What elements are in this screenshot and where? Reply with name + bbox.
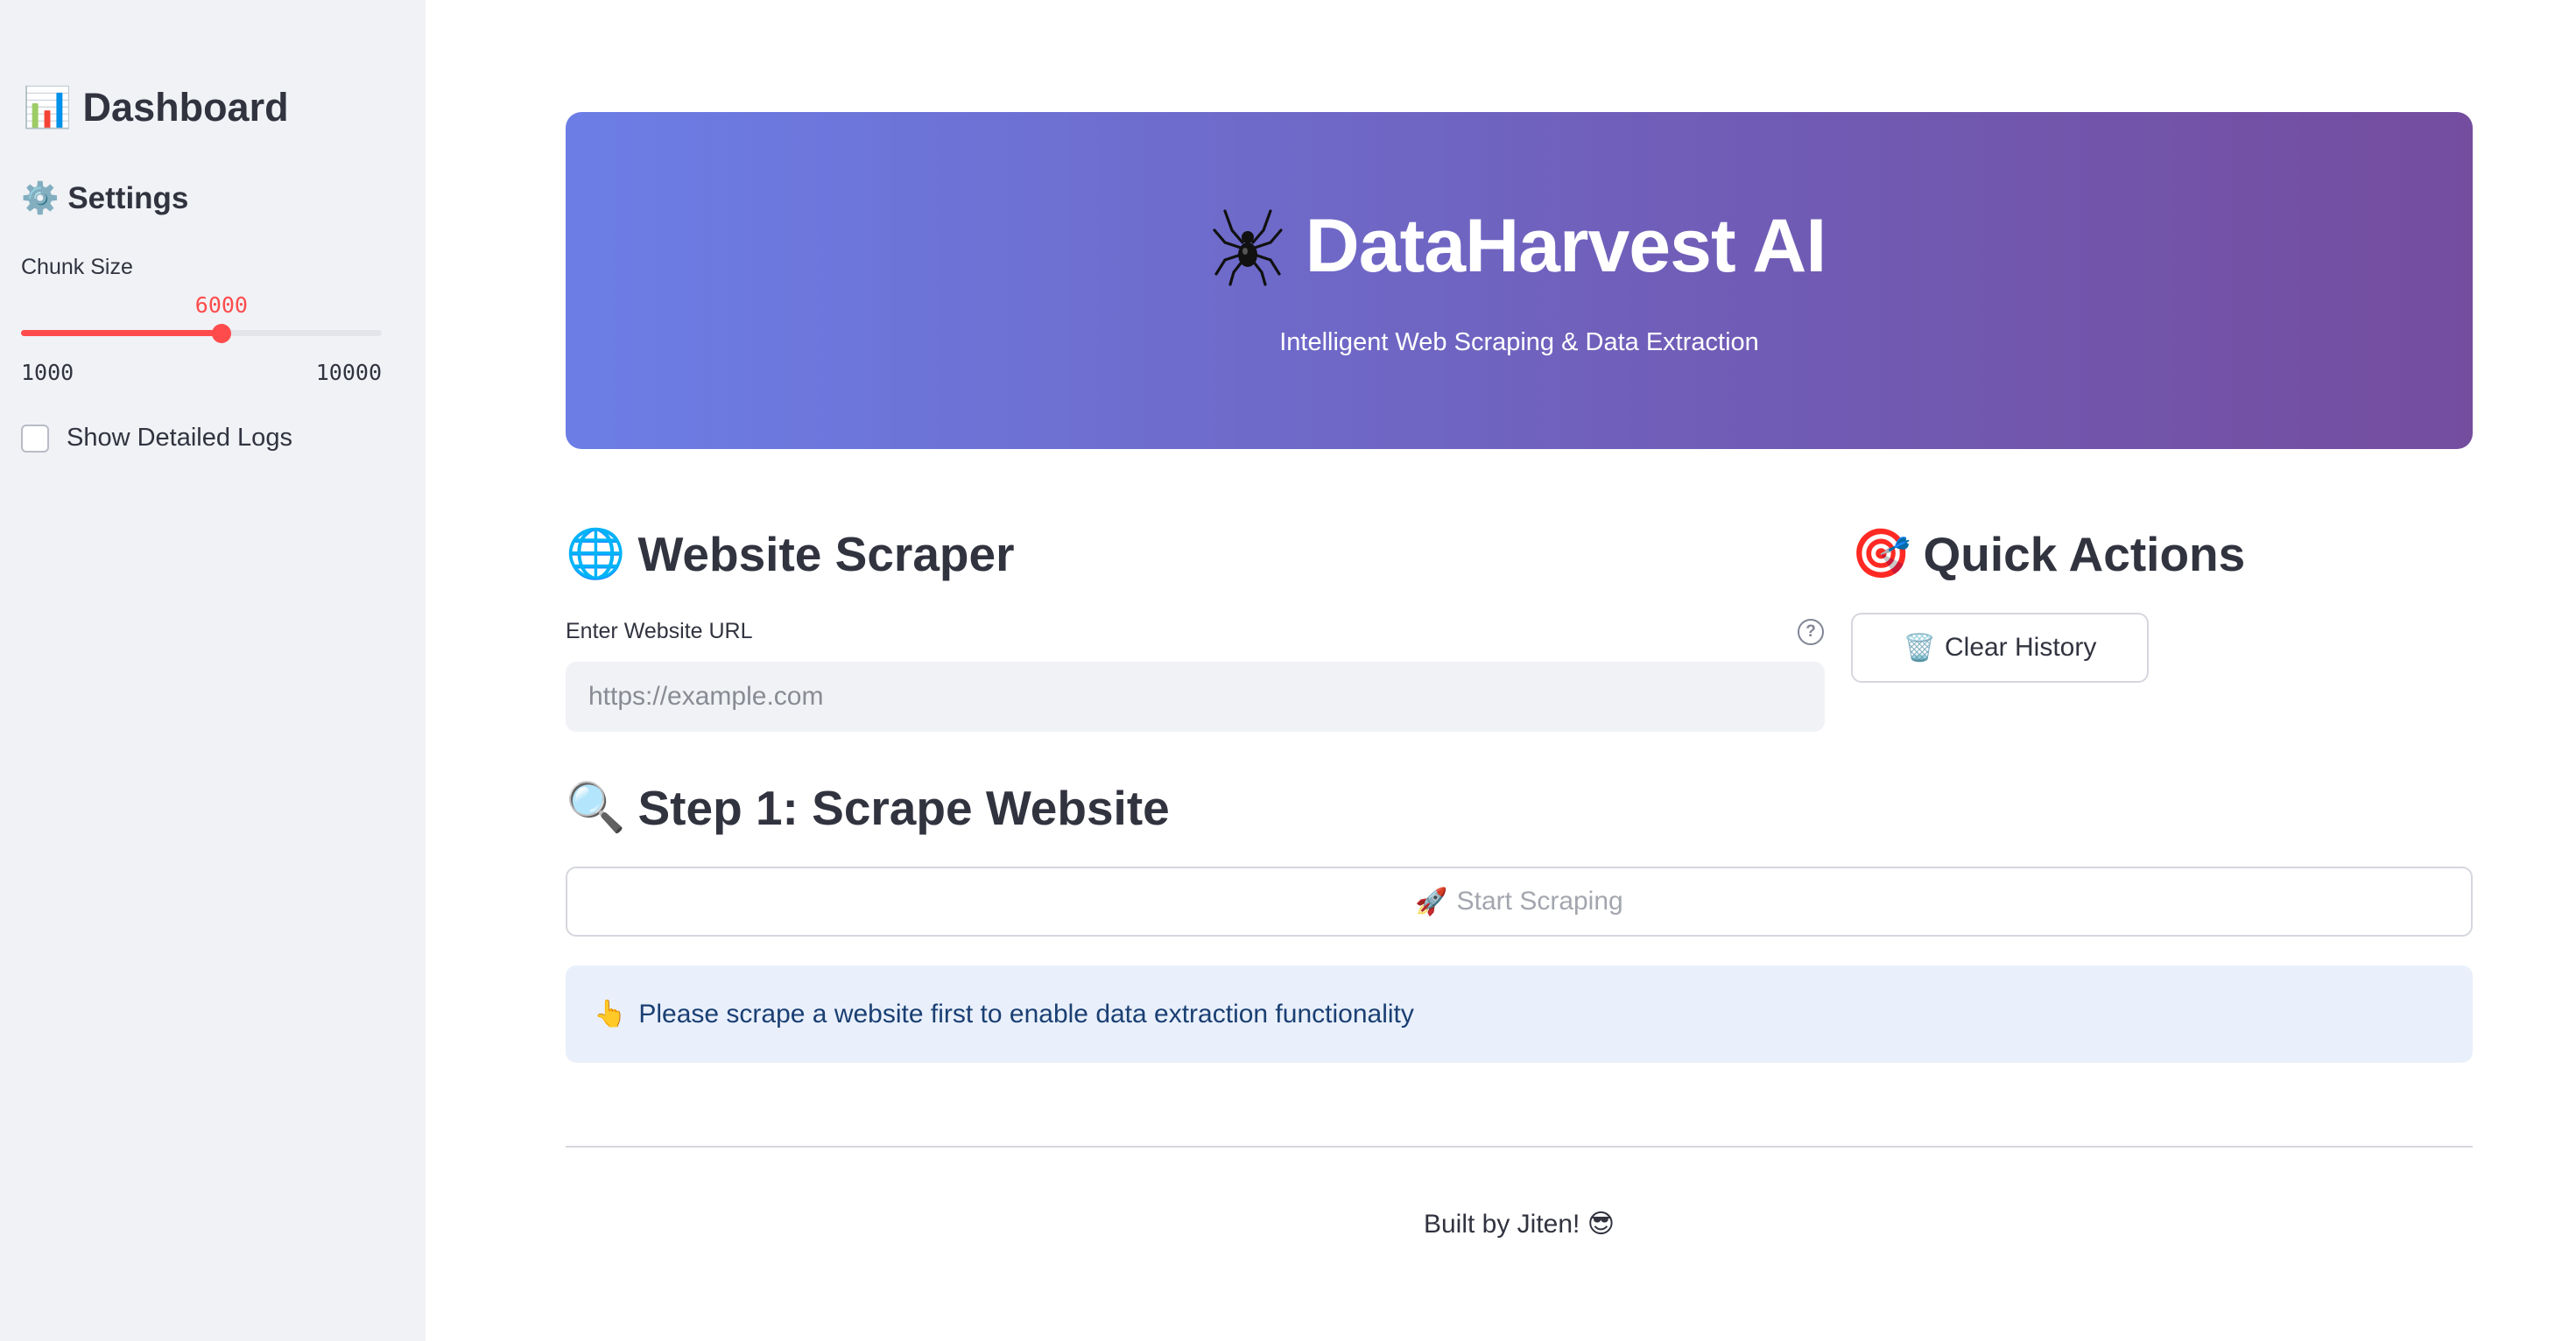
step1-heading-text: Step 1: Scrape Website (637, 780, 1170, 835)
magnifier-icon: 🔍 (566, 779, 626, 835)
footer-divider (566, 1146, 2473, 1148)
quick-actions-heading: 🎯 Quick Actions (1851, 525, 2245, 582)
app-root: 📊 Dashboard ⚙️ Settings Chunk Size 6000 … (0, 0, 2576, 1341)
hero-subtitle: Intelligent Web Scraping & Data Extracti… (1279, 328, 1759, 356)
rocket-icon: 🚀 (1415, 886, 1448, 917)
hero-banner: DataHarvest AI Intelligent Web Scraping … (566, 112, 2473, 449)
chunk-size-value: 6000 (194, 292, 248, 318)
chunk-size-slider-thumb[interactable] (211, 324, 231, 343)
url-input[interactable] (566, 662, 1825, 732)
spider-icon (1213, 208, 1283, 286)
detailed-logs-checkbox[interactable] (21, 424, 49, 453)
trash-icon: 🗑️ (1903, 632, 1936, 663)
url-field-label: Enter Website URL (566, 619, 753, 643)
settings-heading: ⚙️ Settings (21, 180, 188, 216)
sidebar-title-text: Dashboard (82, 85, 289, 130)
chunk-size-min-label: 1000 (21, 360, 74, 385)
chunk-size-slider-track[interactable] (21, 330, 382, 336)
website-scraper-heading: 🌐 Website Scraper (566, 525, 1015, 582)
clear-history-label: Clear History (1944, 633, 2097, 662)
target-icon: 🎯 (1851, 525, 1911, 581)
start-scraping-label: Start Scraping (1456, 887, 1623, 916)
clear-history-button[interactable]: 🗑️ Clear History (1851, 613, 2149, 683)
help-icon[interactable]: ? (1798, 619, 1824, 645)
info-alert: 👆 Please scrape a website first to enabl… (566, 965, 2473, 1063)
pointing-up-icon: 👆 (594, 999, 627, 1029)
detailed-logs-toggle[interactable]: Show Detailed Logs (21, 424, 292, 453)
step1-heading: 🔍 Step 1: Scrape Website (566, 779, 1170, 836)
chunk-size-max-label: 10000 (315, 360, 382, 385)
sunglasses-emoji-icon: 😎 (1587, 1209, 1615, 1239)
start-scraping-button[interactable]: 🚀 Start Scraping (566, 867, 2473, 937)
hero-title-text: DataHarvest AI (1305, 204, 1827, 288)
footer: Built by Jiten! 😎 (566, 1209, 2473, 1239)
chunk-size-label: Chunk Size (21, 255, 133, 279)
hero-title: DataHarvest AI (566, 203, 2473, 290)
footer-text: Built by Jiten! (1423, 1210, 1580, 1239)
bar-chart-icon: 📊 (23, 84, 73, 130)
quick-actions-heading-text: Quick Actions (1923, 526, 2246, 581)
detailed-logs-label: Show Detailed Logs (67, 424, 292, 452)
globe-icon: 🌐 (566, 525, 626, 581)
sidebar: 📊 Dashboard ⚙️ Settings Chunk Size 6000 … (0, 0, 426, 1341)
sidebar-title: 📊 Dashboard (23, 84, 289, 130)
website-scraper-heading-text: Website Scraper (637, 526, 1015, 581)
chunk-size-slider-fill (21, 330, 222, 336)
gear-icon: ⚙️ (21, 181, 60, 216)
info-alert-message: Please scrape a website first to enable … (638, 999, 1414, 1029)
settings-heading-text: Settings (67, 181, 189, 215)
